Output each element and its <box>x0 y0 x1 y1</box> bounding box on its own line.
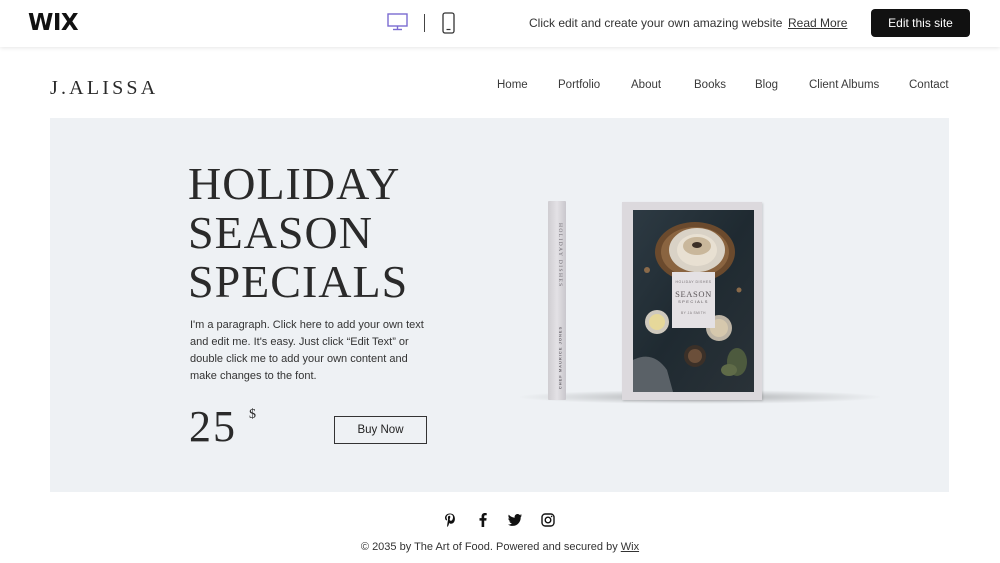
hero-title-line: HOLIDAY <box>188 158 401 209</box>
twitter-icon[interactable] <box>508 513 522 527</box>
wix-promo-message: Click edit and create your own amazing w… <box>529 16 783 30</box>
price: 25 <box>189 402 237 451</box>
wix-footer-link[interactable]: Wix <box>621 541 639 553</box>
wix-logo[interactable]: WIX <box>28 10 79 36</box>
cover-author: BY JA SMITH <box>681 311 706 315</box>
nav-blog[interactable]: Blog <box>755 79 778 91</box>
nav-books[interactable]: Books <box>694 79 726 91</box>
cover-title-label: HOLIDAY DISHES SEASON SPECIALS BY JA SMI… <box>672 272 715 328</box>
nav-home[interactable]: Home <box>497 79 528 91</box>
wix-top-bar: WIX Click edit and create your own amazi… <box>0 0 1000 47</box>
cover-title: SEASON <box>675 289 712 299</box>
mobile-icon[interactable] <box>442 12 455 34</box>
device-separator <box>424 14 425 32</box>
nav-about[interactable]: About <box>631 79 661 91</box>
pinterest-icon[interactable] <box>443 513 457 527</box>
read-more-link[interactable]: Read More <box>788 16 847 30</box>
edit-this-site-button[interactable]: Edit this site <box>871 9 970 37</box>
desktop-icon[interactable] <box>387 13 408 31</box>
hero-title-line: SPECIALS <box>188 256 409 307</box>
instagram-icon[interactable] <box>541 513 555 527</box>
hero-title-line: SEASON <box>188 207 373 258</box>
cover-subtitle: SPECIALS <box>678 299 709 304</box>
hero-title: HOLIDAY SEASON SPECIALS <box>188 159 408 306</box>
currency-symbol: $ <box>249 407 256 422</box>
facebook-icon[interactable] <box>476 513 490 527</box>
copyright-prefix: © 2035 by The Art of Food. Powered and s… <box>360 541 621 553</box>
hero-section <box>50 118 949 492</box>
buy-now-button[interactable]: Buy Now <box>334 416 427 444</box>
spine-title: HOLIDAY DISHES <box>557 223 563 288</box>
site-logo[interactable]: J.ALISSA <box>50 77 158 100</box>
nav-portfolio[interactable]: Portfolio <box>558 79 600 91</box>
spine-author: CHEF MAURICE JONES <box>557 325 563 390</box>
cover-small-text: HOLIDAY DISHES <box>675 280 712 284</box>
nav-client-albums[interactable]: Client Albums <box>809 79 879 91</box>
nav-contact[interactable]: Contact <box>909 79 949 91</box>
copyright-text: © 2035 by The Art of Food. Powered and s… <box>0 541 1000 553</box>
hero-paragraph: I'm a paragraph. Click here to add your … <box>190 319 424 382</box>
